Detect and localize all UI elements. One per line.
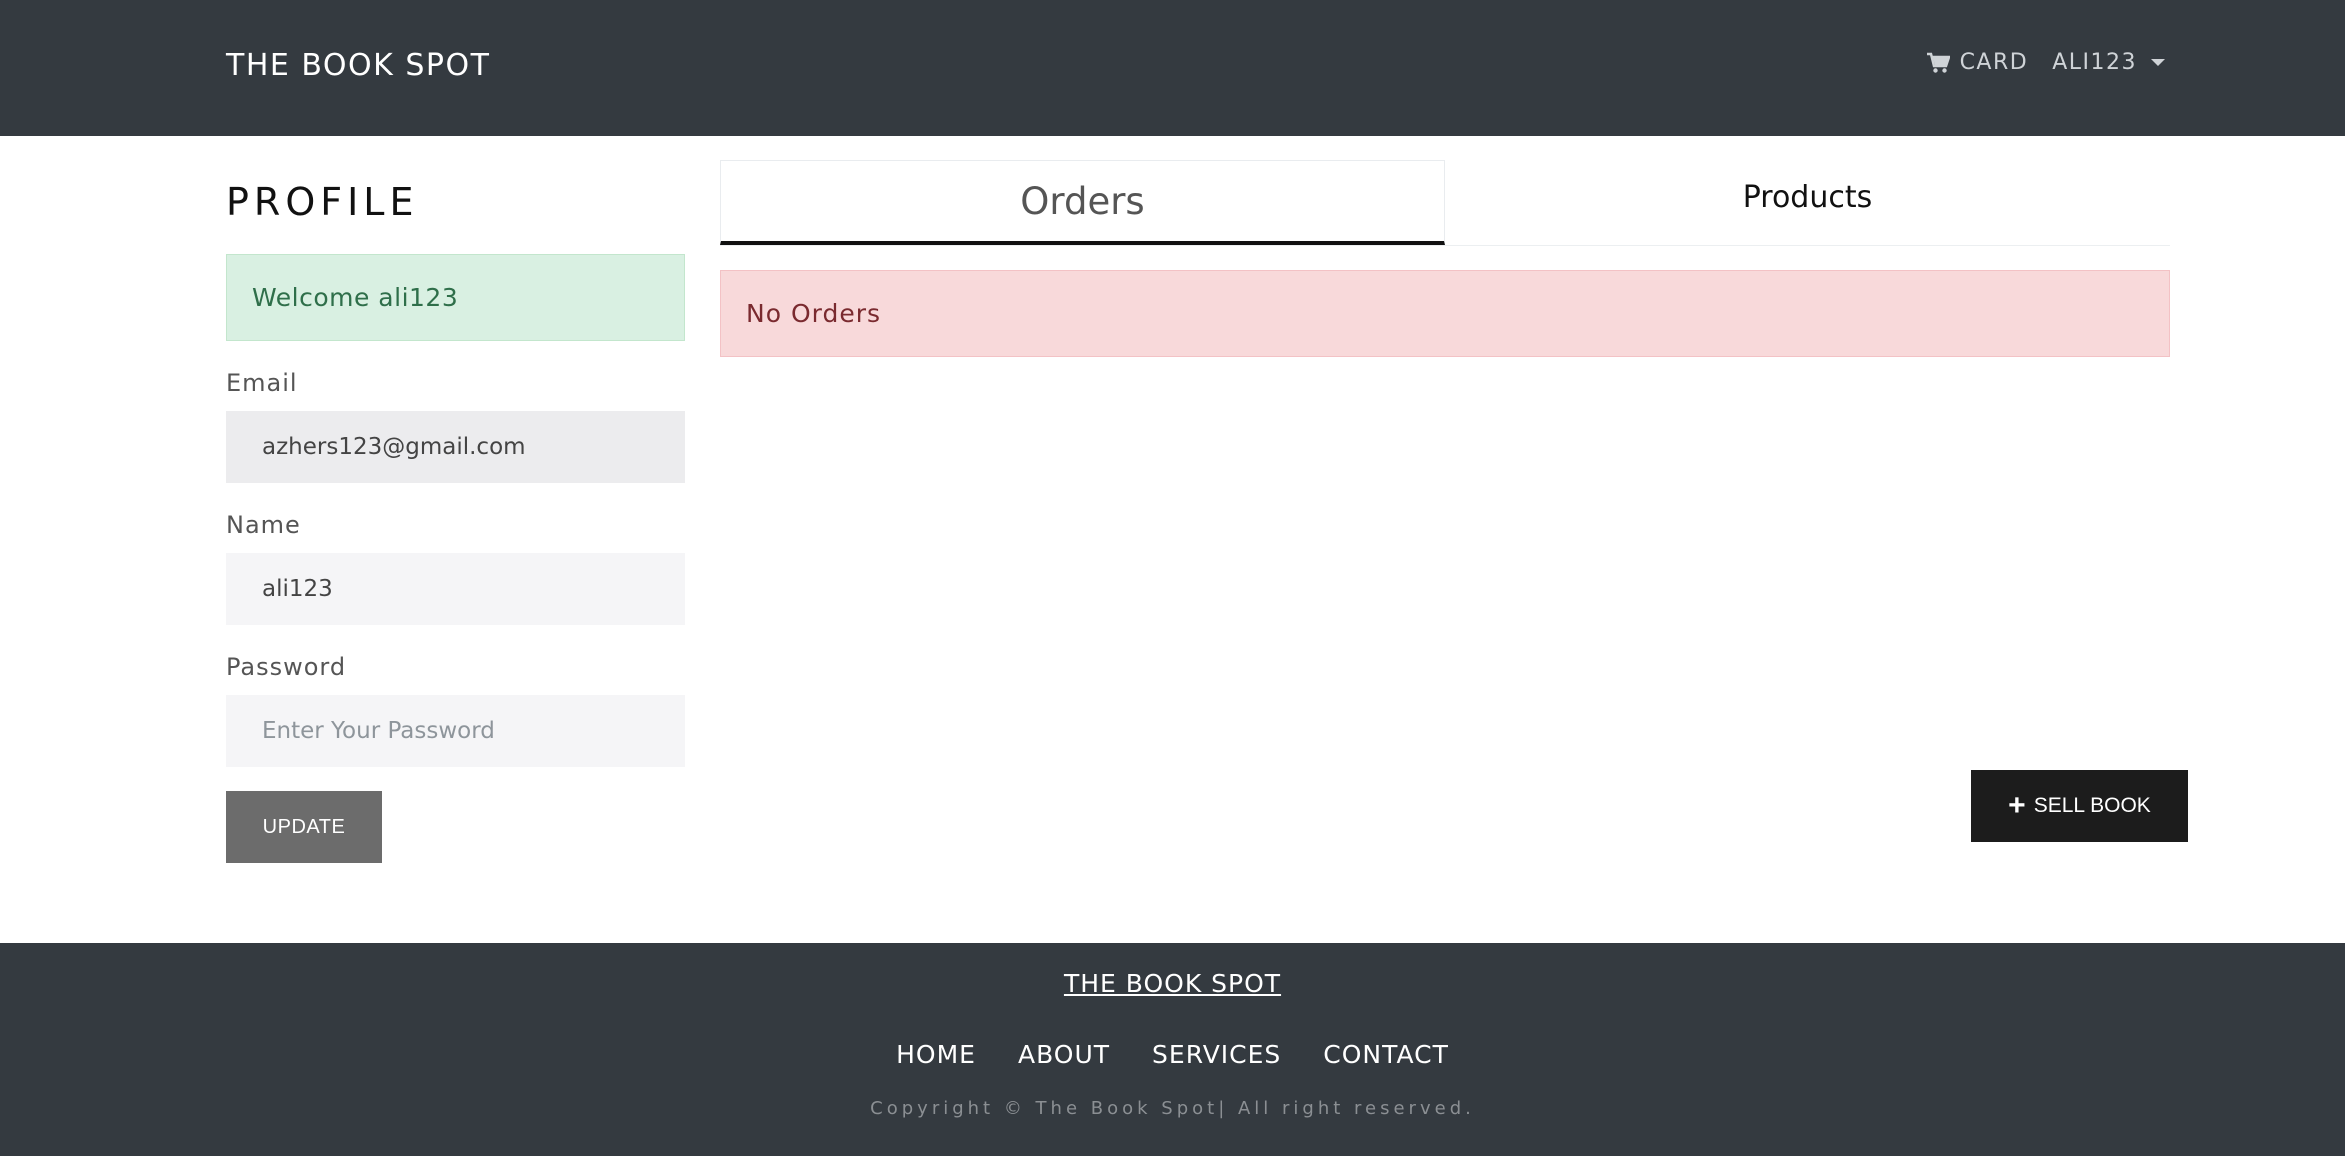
- email-label: Email: [226, 369, 298, 397]
- navbar-right: CARD ALI123: [1926, 50, 2165, 75]
- sell-book-label: SELL BOOK: [2033, 794, 2151, 817]
- name-label: Name: [226, 511, 301, 539]
- footer-nav: HOME ABOUT SERVICES CONTACT: [0, 1040, 2345, 1069]
- footer: THE BOOK SPOT HOME ABOUT SERVICES CONTAC…: [0, 943, 2345, 1156]
- cart-link[interactable]: CARD: [1926, 50, 2029, 75]
- tab-products[interactable]: Products: [1445, 160, 2170, 245]
- profile-panel: PROFILE Welcome ali123 Email Name Passwo…: [226, 180, 685, 863]
- footer-brand-link[interactable]: THE BOOK SPOT: [0, 969, 2345, 998]
- orders-products-tabs: Orders Products: [720, 160, 2170, 246]
- top-navbar: THE BOOK SPOT CARD ALI123: [0, 0, 2345, 136]
- profile-title: PROFILE: [226, 180, 419, 224]
- footer-link-contact[interactable]: CONTACT: [1323, 1040, 1449, 1069]
- shopping-cart-icon: [1926, 52, 1950, 74]
- footer-link-services[interactable]: SERVICES: [1152, 1040, 1281, 1069]
- caret-down-icon: [2151, 59, 2165, 66]
- no-orders-alert: No Orders: [720, 270, 2170, 357]
- user-menu-label: ALI123: [2052, 50, 2137, 75]
- plus-icon: +: [2008, 789, 2026, 822]
- password-field[interactable]: [226, 695, 685, 767]
- sell-book-button[interactable]: + SELL BOOK: [1971, 770, 2188, 842]
- copyright-text: Copyright © The Book Spot| All right res…: [870, 1098, 1475, 1119]
- cart-label: CARD: [1959, 50, 2029, 75]
- brand-logo-link[interactable]: THE BOOK SPOT: [226, 48, 490, 83]
- welcome-alert: Welcome ali123: [226, 254, 685, 341]
- password-label: Password: [226, 653, 347, 681]
- update-button[interactable]: UPDATE: [226, 791, 382, 863]
- email-field[interactable]: [226, 411, 685, 483]
- name-field[interactable]: [226, 553, 685, 625]
- user-menu-dropdown[interactable]: ALI123: [2052, 50, 2165, 75]
- footer-link-home[interactable]: HOME: [896, 1040, 976, 1069]
- footer-link-about[interactable]: ABOUT: [1018, 1040, 1110, 1069]
- tab-orders[interactable]: Orders: [720, 160, 1445, 245]
